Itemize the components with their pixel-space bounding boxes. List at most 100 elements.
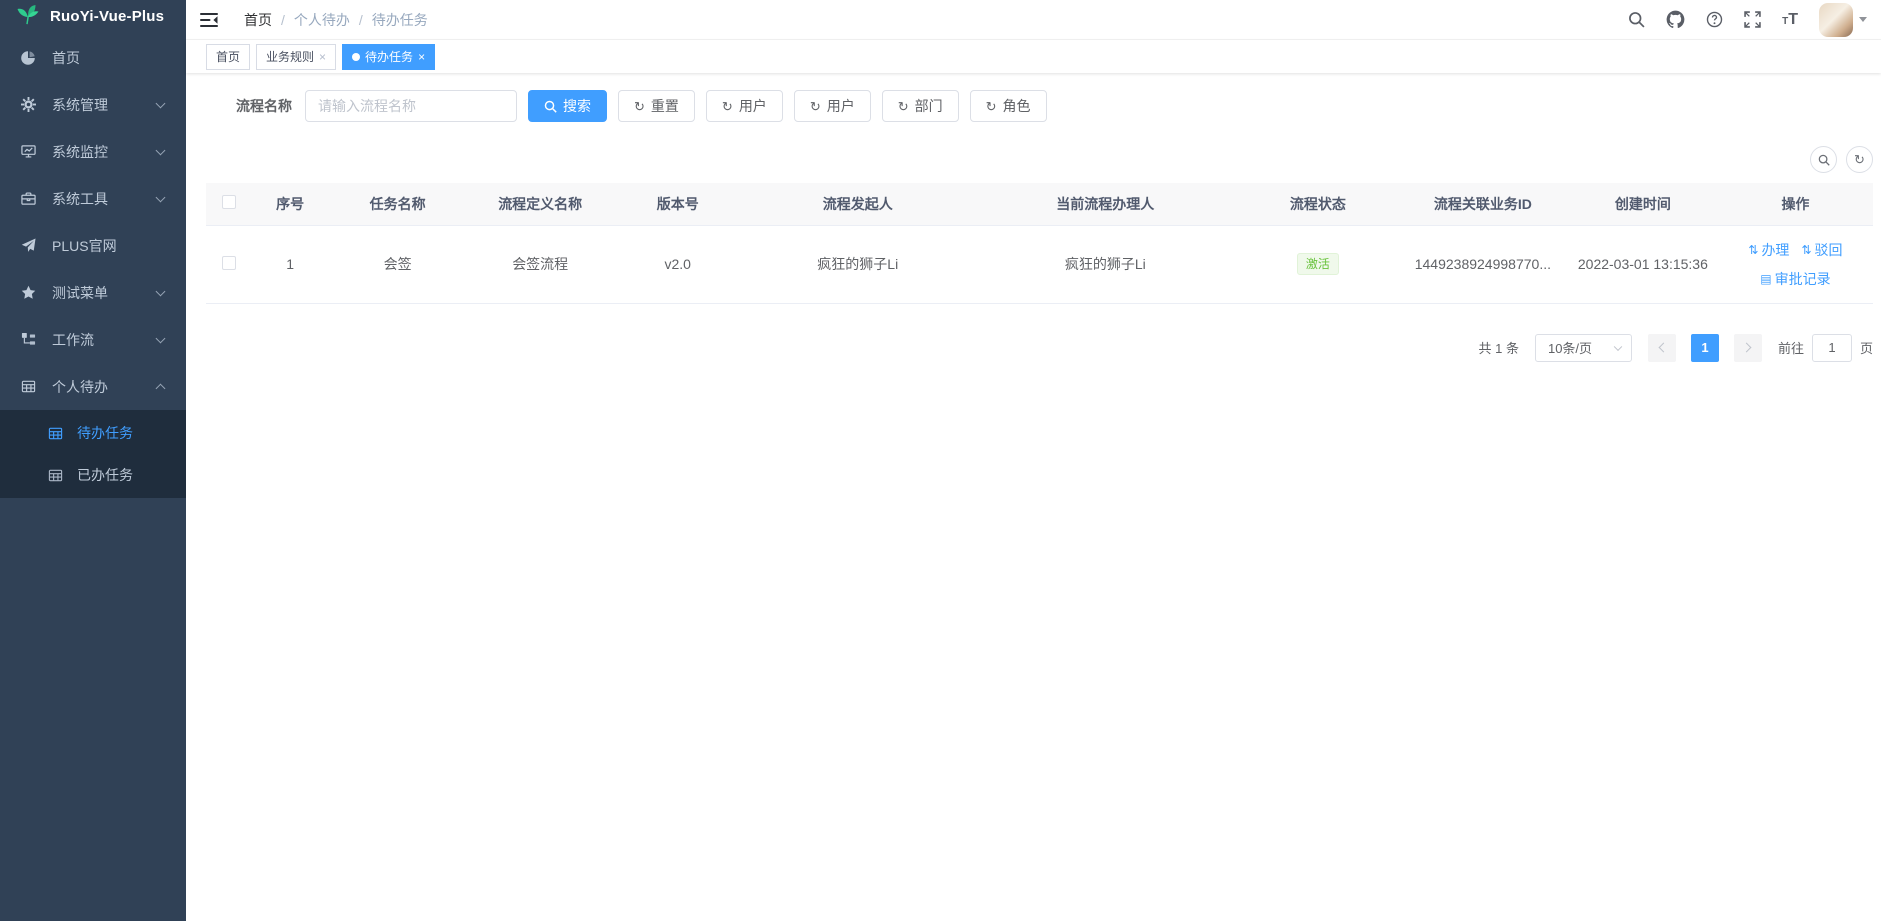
- sidebar-item-system-admin[interactable]: 系统管理: [0, 81, 186, 128]
- user-button-2[interactable]: ↻ 用户: [794, 90, 871, 122]
- approval-record-link-label: 审批记录: [1775, 269, 1831, 289]
- app-title: RuoYi-Vue-Plus: [50, 8, 164, 25]
- dept-button[interactable]: ↻ 部门: [882, 90, 959, 122]
- close-icon[interactable]: ×: [418, 51, 425, 63]
- user-menu[interactable]: [1819, 3, 1867, 37]
- sidebar-item-done-tasks[interactable]: 已办任务: [0, 454, 186, 496]
- goto-page-input[interactable]: [1812, 334, 1852, 362]
- top-navbar: 首页 / 个人待办 / 待办任务 TT: [186, 0, 1881, 40]
- sidebar-item-label: 系统管理: [52, 95, 108, 115]
- toggle-search-button[interactable]: [1810, 146, 1837, 173]
- refresh-icon: ↻: [986, 100, 997, 113]
- logo[interactable]: RuoYi-Vue-Plus: [0, 0, 186, 32]
- fullscreen-icon[interactable]: [1744, 11, 1761, 28]
- chevron-down-icon: [156, 145, 166, 155]
- column-created-at: 创建时间: [1568, 183, 1718, 225]
- breadcrumb-item[interactable]: 首页: [244, 10, 272, 30]
- chevron-right-icon: [1742, 343, 1752, 353]
- search-button-label: 搜索: [563, 96, 591, 116]
- sidebar-item-plus-site[interactable]: PLUS官网: [0, 222, 186, 269]
- tasks-table: 序号 任务名称 流程定义名称 版本号 流程发起人 当前流程办理人 流程状态 流程…: [206, 183, 1873, 304]
- refresh-icon: ↻: [722, 100, 733, 113]
- tab-home[interactable]: 首页: [206, 44, 250, 70]
- sidebar-fold-icon[interactable]: [200, 12, 218, 28]
- prev-page-button[interactable]: [1648, 334, 1676, 362]
- chevron-down-icon: [156, 333, 166, 343]
- sidebar-item-label: PLUS官网: [52, 236, 117, 256]
- table-toolbar: ↻: [206, 146, 1873, 173]
- sidebar-item-home[interactable]: 首页: [0, 34, 186, 81]
- dashboard-icon: [20, 50, 36, 66]
- reject-link[interactable]: ⇅ 驳回: [1801, 240, 1842, 260]
- sidebar-submenu: 待办任务 已办任务: [0, 410, 186, 498]
- breadcrumb-separator: /: [359, 12, 363, 28]
- page-number-1[interactable]: 1: [1691, 334, 1719, 362]
- page-content: 流程名称 搜索 ↻ 重置 ↻ 用户 ↻ 用户: [186, 73, 1881, 362]
- reset-button-label: 重置: [651, 96, 679, 116]
- breadcrumb: 首页 / 个人待办 / 待办任务: [244, 10, 428, 30]
- sidebar-item-label: 系统监控: [52, 142, 108, 162]
- chevron-left-icon: [1659, 343, 1669, 353]
- cell-index: 1: [253, 225, 328, 303]
- page-size-select[interactable]: 10条/页: [1535, 334, 1632, 362]
- table-header-row: 序号 任务名称 流程定义名称 版本号 流程发起人 当前流程办理人 流程状态 流程…: [206, 183, 1873, 225]
- button-label: 用户: [739, 96, 767, 116]
- row-checkbox[interactable]: [222, 256, 236, 270]
- column-status: 流程状态: [1238, 183, 1398, 225]
- github-icon[interactable]: [1666, 10, 1685, 29]
- role-button[interactable]: ↻ 角色: [970, 90, 1047, 122]
- sidebar-item-label: 个人待办: [52, 377, 108, 397]
- cell-version: v2.0: [613, 225, 743, 303]
- close-icon[interactable]: ×: [319, 51, 326, 63]
- reject-link-label: 驳回: [1815, 240, 1843, 260]
- column-process-def-name: 流程定义名称: [468, 183, 613, 225]
- sidebar-item-label: 首页: [52, 48, 80, 68]
- font-size-icon[interactable]: TT: [1782, 12, 1798, 28]
- sidebar-item-workflow[interactable]: 工作流: [0, 316, 186, 363]
- column-initiator: 流程发起人: [743, 183, 973, 225]
- tab-business-rules[interactable]: 业务规则 ×: [256, 44, 336, 70]
- chevron-down-icon: [156, 98, 166, 108]
- sidebar-item-personal-todo[interactable]: 个人待办: [0, 363, 186, 410]
- avatar[interactable]: [1819, 3, 1853, 37]
- breadcrumb-item: 待办任务: [372, 10, 428, 30]
- chevron-down-icon: [156, 286, 166, 296]
- sidebar-item-test-menu[interactable]: 测试菜单: [0, 269, 186, 316]
- reset-button[interactable]: ↻ 重置: [618, 90, 695, 122]
- user-button-1[interactable]: ↻ 用户: [706, 90, 783, 122]
- handle-link[interactable]: ⇅ 办理: [1748, 240, 1789, 260]
- process-name-input[interactable]: [305, 90, 517, 122]
- tabs-bar: 首页 业务规则 × 待办任务 ×: [186, 40, 1881, 73]
- goto-page: 前往 页: [1778, 334, 1873, 362]
- goto-label: 前往: [1778, 338, 1804, 357]
- sort-arrows-icon: ⇅: [1748, 243, 1758, 257]
- button-label: 用户: [827, 96, 855, 116]
- search-button[interactable]: 搜索: [528, 90, 607, 122]
- column-task-name: 任务名称: [328, 183, 468, 225]
- sidebar-item-todo-tasks[interactable]: 待办任务: [0, 412, 186, 454]
- approval-record-link[interactable]: ▤ 审批记录: [1760, 269, 1830, 289]
- cell-process-def-name: 会签流程: [468, 225, 613, 303]
- sidebar-item-system-tools[interactable]: 系统工具: [0, 175, 186, 222]
- tab-label: 业务规则: [266, 48, 314, 65]
- refresh-table-button[interactable]: ↻: [1846, 146, 1873, 173]
- search-icon[interactable]: [1628, 11, 1645, 28]
- handle-link-label: 办理: [1761, 240, 1789, 260]
- process-name-label: 流程名称: [236, 96, 292, 116]
- next-page-button[interactable]: [1734, 334, 1762, 362]
- cell-task-name: 会签: [328, 225, 468, 303]
- help-icon[interactable]: [1706, 11, 1723, 28]
- grid-icon: [48, 426, 63, 441]
- pager: 1: [1648, 334, 1762, 362]
- select-all-checkbox[interactable]: [222, 195, 236, 209]
- cell-initiator: 疯狂的狮子Li: [743, 225, 973, 303]
- tab-todo-tasks[interactable]: 待办任务 ×: [342, 44, 435, 70]
- main-area: 首页 / 个人待办 / 待办任务 TT: [186, 0, 1881, 921]
- app-window: RuoYi-Vue-Plus 首页 系统管理 系统监控: [0, 0, 1881, 921]
- sidebar-item-system-monitor[interactable]: 系统监控: [0, 128, 186, 175]
- workflow-icon: [20, 332, 36, 348]
- search-form: 流程名称 搜索 ↻ 重置 ↻ 用户 ↻ 用户: [206, 90, 1873, 122]
- monitor-icon: [20, 144, 36, 160]
- paper-plane-icon: [20, 238, 36, 254]
- sidebar-item-label: 已办任务: [77, 465, 133, 485]
